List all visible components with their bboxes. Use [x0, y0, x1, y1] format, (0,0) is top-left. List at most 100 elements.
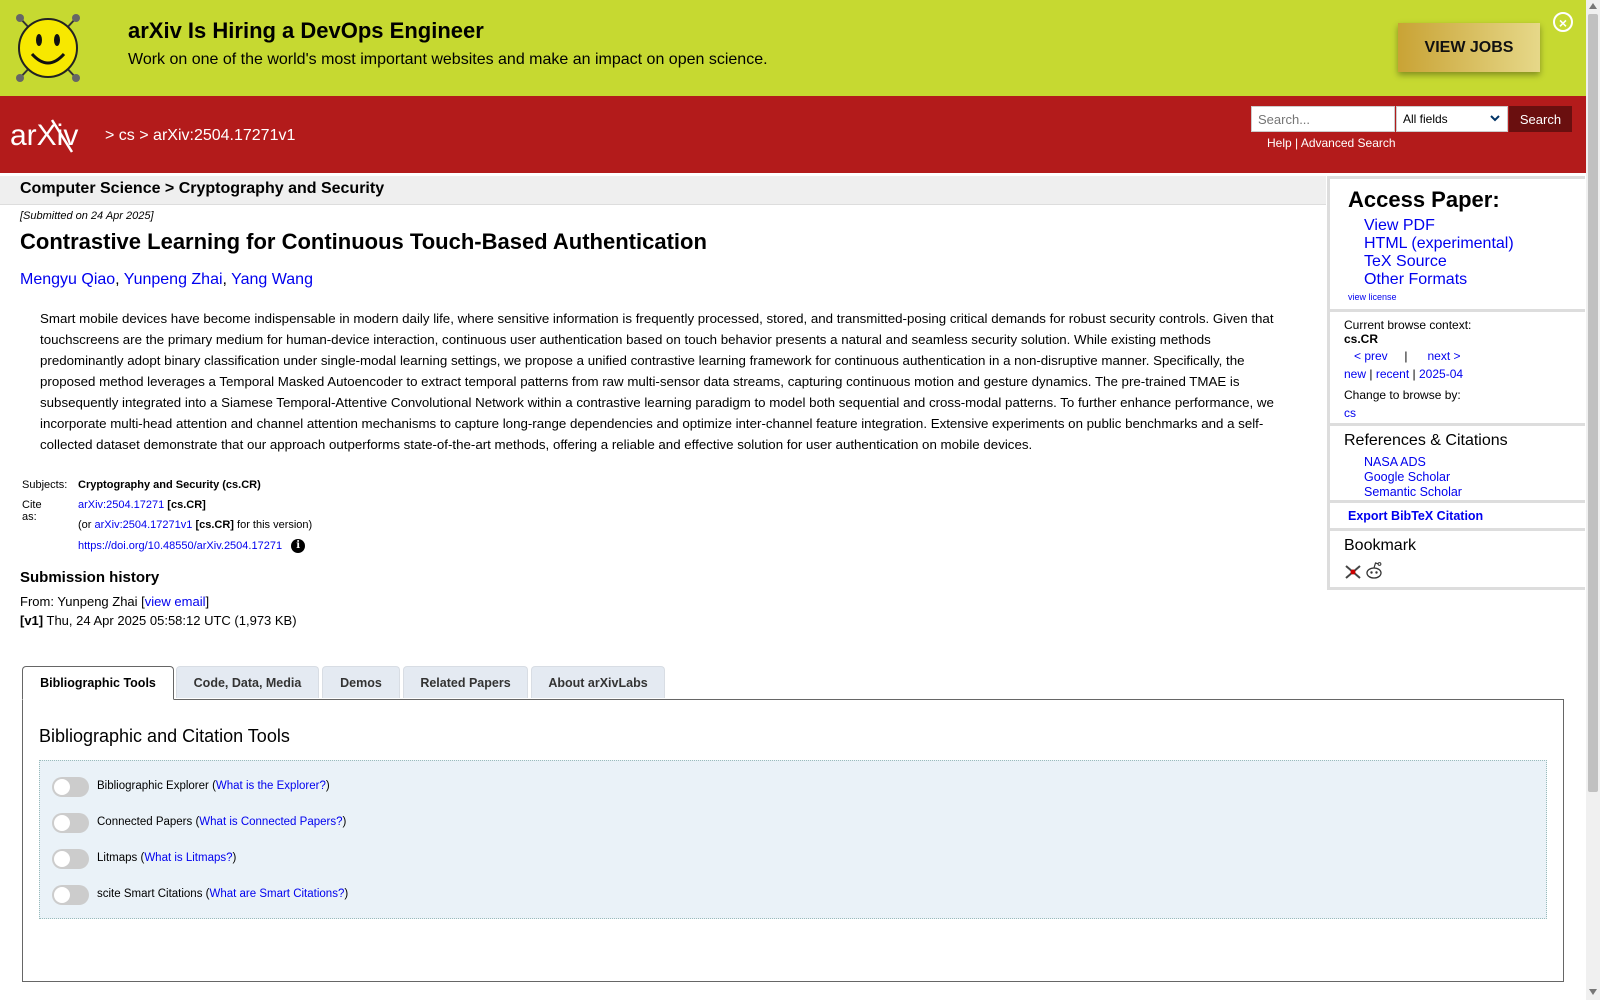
submitted-date: [Submitted on 24 Apr 2025] [20, 210, 154, 222]
smiley-icon [16, 14, 80, 82]
recent-link[interactable]: recent [1376, 367, 1409, 381]
tab-bibliographic-tools[interactable]: Bibliographic Tools [22, 666, 174, 700]
search-field-value: All fields [1403, 112, 1448, 126]
refs-title: References & Citations [1344, 432, 1508, 449]
advanced-search-link[interactable]: Advanced Search [1301, 136, 1396, 150]
search-field-select[interactable]: All fields [1396, 106, 1508, 132]
breadcrumb: > cs > arXiv:2504.17271v1 [105, 127, 295, 145]
bookmark-title: Bookmark [1344, 537, 1417, 554]
breadcrumb-cs[interactable]: cs [119, 127, 135, 144]
search-input[interactable] [1251, 106, 1395, 132]
tools-box: Bibliographic Explorer (What is the Expl… [39, 760, 1547, 919]
help-links: Help | Advanced Search [1267, 136, 1396, 150]
subjects-label: Subjects: [22, 479, 68, 491]
other-formats-link[interactable]: Other Formats [1364, 271, 1514, 289]
nasa-ads-link[interactable]: NASA ADS [1364, 455, 1462, 470]
browse-context-label: Current browse context: [1344, 318, 1472, 332]
author-link[interactable]: Yunpeng Zhai [124, 271, 223, 288]
tool-name: scite Smart Citations [97, 888, 203, 900]
doi-link[interactable]: https://doi.org/10.48550/arXiv.2504.1727… [78, 540, 282, 552]
tab-code-data-media[interactable]: Code, Data, Media [176, 666, 319, 698]
access-title: Access Paper: [1348, 187, 1500, 212]
close-icon[interactable]: × [1553, 12, 1573, 32]
tab-demos[interactable]: Demos [322, 666, 400, 698]
tab-panel: Bibliographic and Citation Tools Bibliog… [22, 699, 1564, 982]
connected-papers-toggle[interactable] [52, 813, 89, 833]
view-jobs-button[interactable]: VIEW JOBS [1398, 23, 1540, 72]
panel-title: Bibliographic and Citation Tools [39, 726, 290, 746]
author-list: Mengyu Qiao, Yunpeng Zhai, Yang Wang [20, 271, 313, 288]
version-entry: [v1] Thu, 24 Apr 2025 05:58:12 UTC (1,97… [20, 613, 297, 628]
browse-context-value: cs.CR [1344, 332, 1379, 346]
google-scholar-link[interactable]: Google Scholar [1364, 470, 1462, 485]
semantic-scholar-link[interactable]: Semantic Scholar [1364, 485, 1462, 500]
prev-link[interactable]: < prev [1354, 349, 1388, 363]
cite-category: [cs.CR] [167, 499, 206, 511]
cite-id-link[interactable]: arXiv:2504.17271 [78, 499, 164, 511]
version-id-link[interactable]: arXiv:2504.17271v1 [95, 519, 193, 531]
category-bar: Computer Science > Cryptography and Secu… [0, 176, 1326, 205]
or-suffix: for this version) [237, 519, 313, 531]
version-date: Thu, 24 Apr 2025 05:58:12 UTC (1,973 KB) [46, 613, 297, 628]
category-heading: Computer Science > Cryptography and Secu… [20, 180, 385, 197]
browse-cs-link[interactable]: cs [1344, 406, 1356, 420]
help-link-sep: | [1295, 136, 1299, 150]
breadcrumb-sep: > [139, 127, 149, 144]
view-license-link[interactable]: view license [1348, 292, 1397, 302]
or-prefix: (or [78, 519, 92, 531]
html-link[interactable]: HTML (experimental) [1364, 235, 1514, 253]
help-link[interactable]: Help [1267, 136, 1292, 150]
submission-history-title: Submission history [20, 569, 160, 586]
author-link[interactable]: Yang Wang [231, 271, 313, 288]
page-scrollbar[interactable] [1586, 0, 1600, 1000]
subjects-value: Cryptography and Security (cs.CR) [78, 479, 261, 491]
info-icon[interactable]: i [291, 539, 306, 553]
search-button[interactable]: Search [1509, 106, 1572, 132]
tool-name: Connected Papers [97, 816, 193, 828]
browse-context-box: Current browse context: cs.CR < prev | n… [1327, 309, 1585, 426]
version-label: [v1] [20, 613, 44, 628]
author-link[interactable]: Mengyu Qiao [20, 271, 115, 288]
tool-help-link[interactable]: What is Connected Papers? [199, 816, 342, 828]
bookmark-box: Bookmark [1327, 528, 1585, 590]
paper-title: Contrastive Learning for Continuous Touc… [20, 229, 707, 254]
prev-next-nav: < prev | next > [1354, 349, 1461, 363]
arxiv-logo[interactable]: arXiv [10, 116, 102, 154]
tool-name: Bibliographic Explorer [97, 780, 209, 792]
abstract: Smart mobile devices have become indispe… [40, 311, 1274, 452]
export-bibtex-link[interactable]: Export BibTeX Citation [1348, 509, 1483, 523]
explorer-toggle[interactable] [52, 777, 89, 797]
submission-from: From: Yunpeng Zhai [view email] [20, 594, 209, 609]
scite-toggle[interactable] [52, 885, 89, 905]
chevron-down-icon [1490, 115, 1500, 122]
next-link[interactable]: next > [1428, 349, 1461, 363]
tex-source-link[interactable]: TeX Source [1364, 253, 1514, 271]
version-category: [cs.CR] [195, 519, 234, 531]
banner-subtitle: Work on one of the world's most importan… [128, 51, 768, 68]
from-suffix: ] [205, 594, 210, 609]
view-pdf-link[interactable]: View PDF [1364, 217, 1514, 235]
browse-links: new | recent | 2025-04 [1344, 367, 1463, 381]
view-email-link[interactable]: view email [145, 594, 206, 609]
hiring-banner: arXiv Is Hiring a DevOps Engineer Work o… [0, 0, 1586, 96]
from-prefix: From: Yunpeng Zhai [ [20, 594, 145, 609]
month-link[interactable]: 2025-04 [1419, 367, 1463, 381]
scroll-thumb[interactable] [1588, 14, 1598, 792]
litmaps-toggle[interactable] [52, 849, 89, 869]
access-paper-box: Access Paper: View PDF HTML (experimenta… [1327, 176, 1585, 312]
tool-help-link[interactable]: What is Litmaps? [144, 852, 232, 864]
tool-help-link[interactable]: What is the Explorer? [216, 780, 326, 792]
breadcrumb-paper-id: arXiv:2504.17271v1 [153, 127, 296, 144]
scroll-down-icon[interactable] [1589, 989, 1597, 995]
cite-label: Cite as: [22, 499, 42, 523]
tab-about-arxivlabs[interactable]: About arXivLabs [531, 666, 665, 698]
site-header: arXiv > cs > arXiv:2504.17271v1 All fiel… [0, 96, 1586, 173]
new-link[interactable]: new [1344, 367, 1366, 381]
reddit-icon[interactable] [1364, 561, 1384, 581]
scroll-up-icon[interactable] [1589, 3, 1597, 9]
tool-help-link[interactable]: What are Smart Citations? [209, 888, 344, 900]
tab-related-papers[interactable]: Related Papers [403, 666, 528, 698]
references-box: References & Citations NASA ADS Google S… [1327, 423, 1585, 503]
bibsonomy-icon[interactable] [1344, 564, 1362, 580]
nav-sep: | [1369, 367, 1373, 381]
